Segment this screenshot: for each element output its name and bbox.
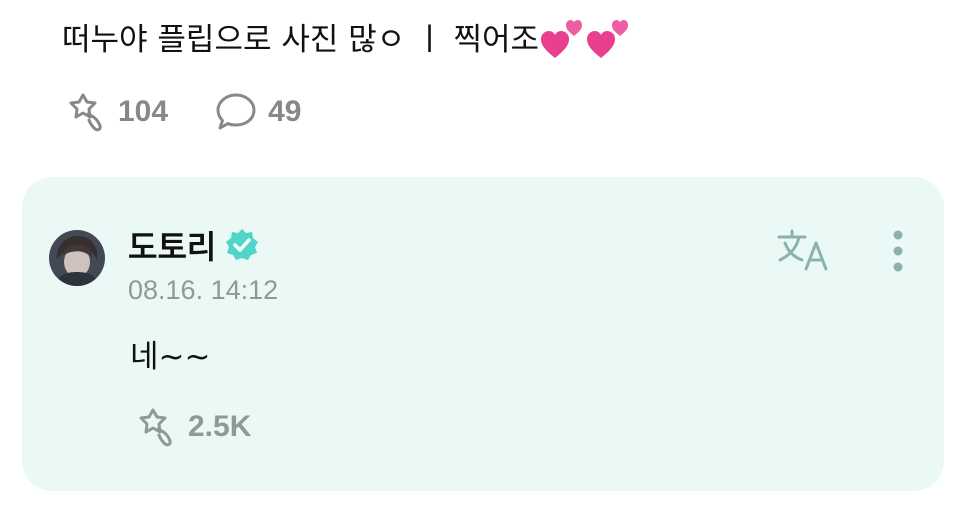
verified-badge-icon: [226, 229, 259, 260]
reply-like-count: 2.5K: [188, 410, 252, 443]
post-text: 떠누야 플립으로 사진 많ㅇ ㅣ 찍어조: [62, 22, 540, 58]
reply-like-button[interactable]: 2.5K: [132, 405, 251, 449]
avatar[interactable]: [49, 230, 105, 286]
comment-count: 49: [268, 95, 302, 128]
two-hearts-emoji: [541, 18, 633, 62]
like-icon: [139, 408, 172, 447]
like-button[interactable]: 104: [62, 90, 168, 134]
reply-timestamp: 08.16. 14:12: [128, 275, 279, 305]
translate-icon: [777, 229, 828, 271]
comment-button[interactable]: 49: [214, 90, 301, 134]
comment-icon: [216, 93, 256, 130]
like-count: 104: [118, 95, 169, 128]
reply-author: 도토리: [128, 223, 260, 267]
post-body: 떠누야 플립으로 사진 많ㅇ ㅣ 찍어조: [62, 18, 633, 62]
post-stats: 104 49: [62, 90, 301, 134]
reply-card: 도토리 08.16. 14:12 네~~ 2.5K: [22, 177, 944, 491]
author-name[interactable]: 도토리: [128, 222, 216, 268]
more-vertical-icon: [893, 230, 903, 272]
post-view: 떠누야 플립으로 사진 많ㅇ ㅣ 찍어조 104 49 도토리 08.16. 1…: [0, 0, 970, 531]
like-icon: [69, 93, 102, 132]
reply-text: 네~~: [130, 339, 211, 375]
translate-button[interactable]: [776, 227, 832, 277]
more-options-button[interactable]: [888, 229, 908, 277]
